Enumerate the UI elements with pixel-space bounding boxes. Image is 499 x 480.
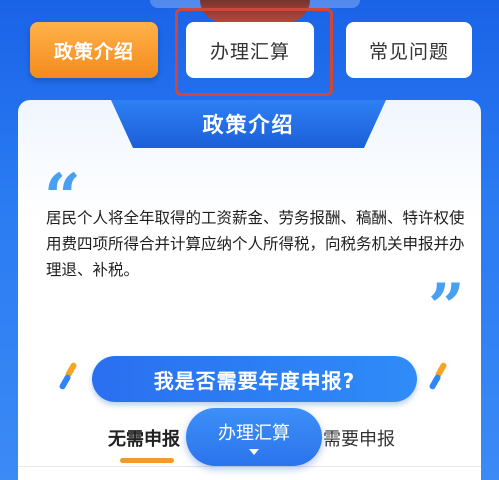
- sparkle-icon: [58, 361, 78, 392]
- caret-down-icon: [249, 449, 259, 455]
- subtab-no-need-declare[interactable]: 无需申报: [108, 425, 180, 451]
- active-subtab-indicator: [120, 458, 174, 463]
- tab-faq[interactable]: 常见问题: [346, 22, 472, 78]
- divider: [18, 466, 481, 467]
- quote-close-icon: ”: [428, 270, 465, 345]
- tab-policy-intro[interactable]: 政策介绍: [30, 22, 158, 78]
- floating-button-label: 办理汇算: [218, 423, 290, 444]
- subtab-need-declare[interactable]: 需要申报: [323, 425, 395, 451]
- declaration-question-button[interactable]: 我是否需要年度申报?: [92, 356, 417, 402]
- policy-description: 居民个人将全年取得的工资薪金、劳务报酬、稿酬、特许权使用费四项所得合并计算应纳个…: [46, 209, 465, 279]
- annotation-highlight-box: [175, 8, 333, 96]
- floating-handle-settlement-button[interactable]: 办理汇算: [186, 408, 322, 466]
- sparkle-icon: [428, 361, 448, 392]
- section-banner-title: 政策介绍: [111, 100, 386, 148]
